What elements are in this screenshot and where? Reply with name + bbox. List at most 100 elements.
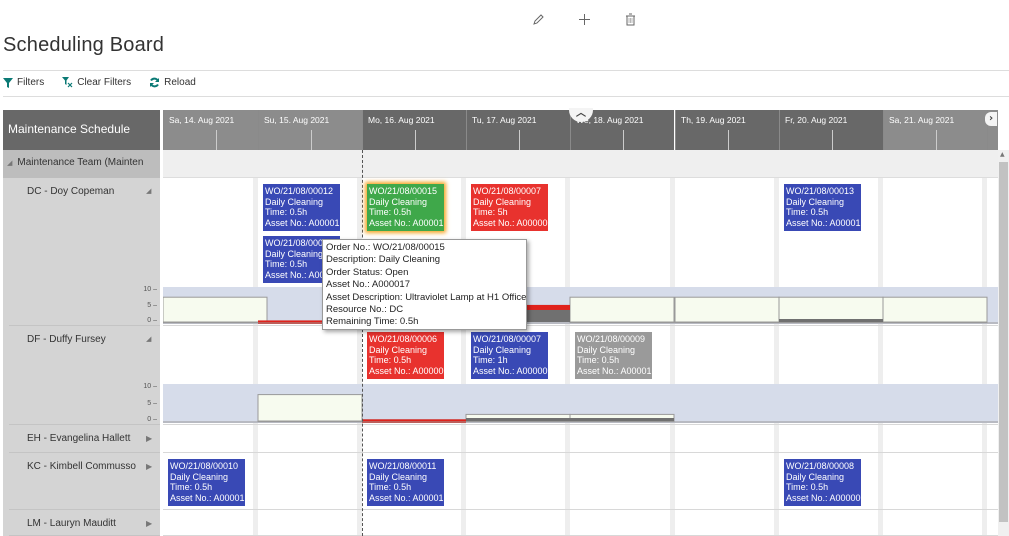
day-separator bbox=[878, 510, 883, 536]
work-order-card[interactable]: WO/21/08/00011 Daily Cleaning Time: 0.5h As… bbox=[367, 459, 444, 506]
resource-row[interactable]: DC - Doy Copeman ◢ 10 – 5 – 0 – bbox=[9, 178, 160, 326]
work-order-card[interactable]: WO/21/08/00007 Daily Cleaning Time: 1h Asse… bbox=[471, 332, 548, 379]
card-order-no: WO/21/08/00013 bbox=[786, 186, 855, 196]
scroll-up-icon[interactable]: ▲ bbox=[1000, 151, 1005, 158]
work-order-card[interactable]: WO/21/08/00007 Daily Cleaning Time: 5h Asse… bbox=[471, 184, 548, 231]
day-header-label: Su, 15. Aug 2021 bbox=[264, 115, 330, 125]
work-order-card[interactable]: WO/21/08/00013 Daily Cleaning Time: 0.5h As… bbox=[784, 184, 861, 231]
card-description: Daily Cleaning bbox=[369, 471, 428, 482]
booked-capacity-bar bbox=[466, 418, 570, 421]
expand-icon[interactable]: ▶ bbox=[146, 434, 152, 443]
expand-icon[interactable]: ▶ bbox=[146, 462, 152, 471]
work-order-card[interactable]: WO/21/08/00008 Daily Cleaning Time: 0.5h As… bbox=[784, 459, 861, 506]
card-time: Time: 0.5h bbox=[265, 207, 308, 217]
resource-row[interactable]: LM - Lauryn Mauditt ▶ bbox=[9, 510, 160, 536]
card-description: Daily Cleaning bbox=[170, 471, 229, 482]
card-asset-no: Asset No.: A00001 bbox=[786, 217, 861, 228]
card-asset-no: Asset No.: A00001 bbox=[265, 217, 340, 228]
day-separator bbox=[774, 510, 779, 536]
day-header-label: Sa, 21. Aug 2021 bbox=[889, 115, 955, 125]
collapse-icon[interactable]: ◢ bbox=[146, 187, 151, 195]
day-header-label: Sa, 14. Aug 2021 bbox=[169, 115, 235, 125]
filters-button[interactable]: Filters bbox=[3, 77, 44, 88]
day-tick bbox=[935, 130, 937, 150]
card-order-no: WO/21/08/00015 bbox=[369, 186, 438, 196]
day-tick bbox=[215, 130, 217, 150]
tooltip-line: Resource No.: DC bbox=[326, 304, 404, 316]
day-separator bbox=[253, 425, 258, 453]
tooltip-line: Asset Description: Ultraviolet Lamp at H… bbox=[326, 291, 527, 303]
day-separator bbox=[670, 453, 675, 510]
delete-icon[interactable] bbox=[622, 10, 638, 28]
work-order-card[interactable]: WO/21/08/00012 Daily Cleaning Time: 0.5h As… bbox=[263, 184, 340, 231]
day-tick bbox=[727, 130, 729, 150]
edit-icon[interactable] bbox=[530, 10, 546, 28]
card-order-no: WO/21/08/00009 bbox=[577, 334, 646, 344]
add-icon[interactable] bbox=[576, 10, 592, 28]
work-order-tooltip: Order No.: WO/21/08/00015 Description: Da… bbox=[322, 239, 527, 330]
card-order-no: WO/21/08/00007 bbox=[473, 186, 542, 196]
available-capacity-bar bbox=[569, 296, 675, 323]
resource-name: DC - Doy Copeman bbox=[27, 186, 115, 197]
y-axis-tick: 10 – bbox=[143, 286, 157, 293]
scrollbar-thumb[interactable] bbox=[999, 162, 1008, 522]
resource-row[interactable]: KC - Kimbell Commusso ▶ bbox=[9, 453, 160, 510]
day-tick bbox=[622, 130, 624, 150]
collapse-icon[interactable]: ◢ bbox=[146, 335, 151, 343]
day-header: Su, 15. Aug 2021 bbox=[258, 110, 362, 150]
card-order-no: WO/21/08/00006 bbox=[369, 334, 438, 344]
row-divider bbox=[163, 509, 998, 510]
card-asset-no: Asset No.: A00000 bbox=[473, 365, 548, 376]
vertical-scrollbar[interactable]: ▲ bbox=[998, 150, 1009, 536]
available-capacity-bar bbox=[778, 296, 884, 323]
card-asset-no: Asset No.: A00001 bbox=[577, 365, 652, 376]
clear-filters-button[interactable]: Clear Filters bbox=[62, 77, 131, 88]
card-asset-no: Asset No.: A00000 bbox=[786, 492, 861, 503]
card-time: Time: 0.5h bbox=[369, 207, 412, 217]
available-capacity-bar bbox=[163, 296, 268, 323]
day-header-label: Tu, 17. Aug 2021 bbox=[472, 115, 537, 125]
action-bar: Filters Clear Filters Reload bbox=[3, 77, 196, 88]
day-separator bbox=[774, 425, 779, 453]
day-separator bbox=[461, 453, 466, 510]
page-title: Scheduling Board bbox=[3, 34, 165, 56]
tooltip-line: Order Status: Open bbox=[326, 266, 409, 278]
resource-name: DF - Duffy Fursey bbox=[27, 334, 106, 345]
chevron-up-icon: ︿ bbox=[576, 108, 586, 119]
resource-name: EH - Evangelina Hallett bbox=[27, 433, 131, 444]
day-separator bbox=[774, 453, 779, 510]
card-asset-no: Asset No.: A00001 bbox=[369, 492, 444, 503]
booked-capacity-bar bbox=[779, 319, 883, 322]
work-order-card[interactable]: WO/21/08/00010 Daily Cleaning Time: 0.5h As… bbox=[168, 459, 245, 506]
day-tick bbox=[414, 130, 416, 150]
expand-icon[interactable]: ▶ bbox=[146, 519, 152, 528]
filter-icon bbox=[3, 77, 13, 88]
day-tick bbox=[518, 130, 520, 150]
filters-label: Filters bbox=[17, 77, 45, 88]
day-separator bbox=[253, 510, 258, 536]
row-divider bbox=[163, 325, 998, 326]
capacity-chart bbox=[163, 296, 998, 324]
divider bbox=[3, 96, 1009, 97]
card-time: Time: 0.5h bbox=[170, 482, 213, 492]
team-label: Maintenance Team (Mainten bbox=[17, 157, 144, 168]
day-header: Sa, 14. Aug 2021 bbox=[163, 110, 267, 150]
day-tick bbox=[310, 130, 312, 150]
card-time: Time: 1h bbox=[473, 355, 508, 365]
collapse-icon[interactable]: ◢ bbox=[7, 160, 12, 167]
work-order-card[interactable]: WO/21/08/00015 Daily Cleaning Time: 0.5h As… bbox=[367, 184, 444, 231]
reload-icon bbox=[150, 77, 160, 88]
next-period-button[interactable]: › bbox=[985, 112, 997, 126]
day-separator bbox=[878, 453, 883, 510]
card-order-no: WO/21/08/00010 bbox=[170, 461, 239, 471]
reload-button[interactable]: Reload bbox=[149, 77, 196, 88]
team-group[interactable]: ◢ Maintenance Team (Mainten bbox=[3, 150, 160, 178]
resource-row[interactable]: EH - Evangelina Hallett ▶ bbox=[9, 425, 160, 453]
work-order-card[interactable]: WO/21/08/00009 Daily Cleaning Time: 0.5h As… bbox=[575, 332, 652, 379]
day-separator bbox=[461, 510, 466, 536]
resource-row[interactable]: DF - Duffy Fursey ◢ 10 – 5 – 0 – bbox=[9, 326, 160, 425]
day-tick bbox=[831, 130, 833, 150]
y-axis-tick: 0 – bbox=[147, 317, 157, 324]
work-order-card[interactable]: WO/21/08/00006 Daily Cleaning Time: 0.5h As… bbox=[367, 332, 444, 379]
tooltip-line: Order No.: WO/21/08/00015 bbox=[326, 242, 445, 253]
